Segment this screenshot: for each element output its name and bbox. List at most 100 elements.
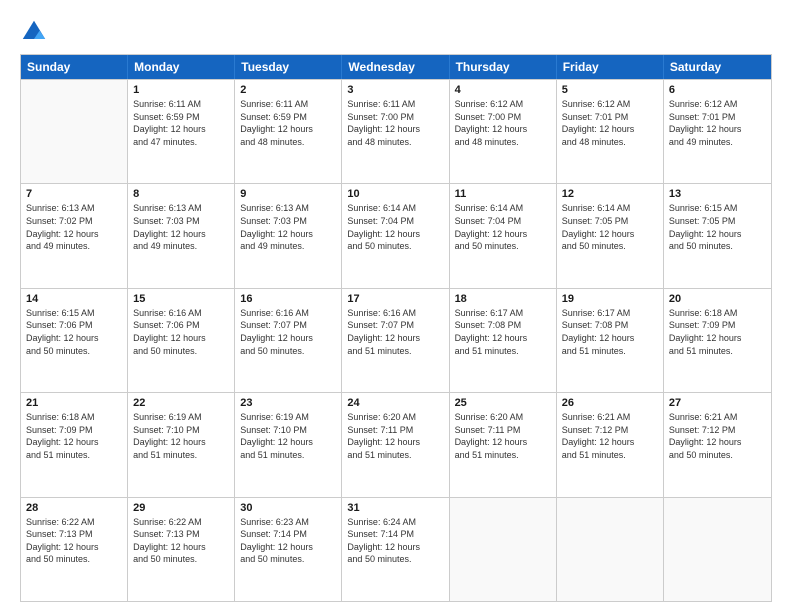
cell-info-line: and 50 minutes. <box>26 345 122 358</box>
cell-info-line: Sunset: 7:05 PM <box>562 215 658 228</box>
cell-info-line: Sunset: 7:00 PM <box>455 111 551 124</box>
day-cell-21: 21Sunrise: 6:18 AMSunset: 7:09 PMDayligh… <box>21 393 128 496</box>
cell-info-line: Sunrise: 6:22 AM <box>133 516 229 529</box>
cell-info-line: and 50 minutes. <box>26 553 122 566</box>
cell-info-line: and 50 minutes. <box>669 449 766 462</box>
day-cell-25: 25Sunrise: 6:20 AMSunset: 7:11 PMDayligh… <box>450 393 557 496</box>
cell-info-line: Sunrise: 6:15 AM <box>669 202 766 215</box>
week-row-3: 14Sunrise: 6:15 AMSunset: 7:06 PMDayligh… <box>21 288 771 392</box>
cell-info-line: Sunrise: 6:14 AM <box>562 202 658 215</box>
cell-info-line: Daylight: 12 hours <box>26 228 122 241</box>
day-cell-15: 15Sunrise: 6:16 AMSunset: 7:06 PMDayligh… <box>128 289 235 392</box>
day-number: 28 <box>26 502 122 514</box>
cell-info-line: Sunrise: 6:12 AM <box>562 98 658 111</box>
day-number: 14 <box>26 293 122 305</box>
day-cell-31: 31Sunrise: 6:24 AMSunset: 7:14 PMDayligh… <box>342 498 449 601</box>
cell-info-line: and 49 minutes. <box>26 240 122 253</box>
day-cell-1: 1Sunrise: 6:11 AMSunset: 6:59 PMDaylight… <box>128 80 235 183</box>
cell-info-line: Sunrise: 6:12 AM <box>669 98 766 111</box>
empty-cell <box>557 498 664 601</box>
cell-info-line: Sunset: 7:11 PM <box>455 424 551 437</box>
cell-info-line: Daylight: 12 hours <box>347 123 443 136</box>
cell-info-line: Sunset: 6:59 PM <box>240 111 336 124</box>
day-number: 31 <box>347 502 443 514</box>
cell-info-line: Sunrise: 6:17 AM <box>455 307 551 320</box>
calendar: SundayMondayTuesdayWednesdayThursdayFrid… <box>20 54 772 602</box>
cell-info-line: Daylight: 12 hours <box>133 228 229 241</box>
cell-info-line: Sunset: 7:13 PM <box>133 528 229 541</box>
logo <box>20 18 52 46</box>
cell-info-line: Sunset: 7:01 PM <box>562 111 658 124</box>
header-day-wednesday: Wednesday <box>342 55 449 79</box>
cell-info-line: Sunset: 7:09 PM <box>26 424 122 437</box>
cell-info-line: Sunrise: 6:24 AM <box>347 516 443 529</box>
week-row-4: 21Sunrise: 6:18 AMSunset: 7:09 PMDayligh… <box>21 392 771 496</box>
cell-info-line: Daylight: 12 hours <box>26 541 122 554</box>
day-cell-4: 4Sunrise: 6:12 AMSunset: 7:00 PMDaylight… <box>450 80 557 183</box>
day-number: 10 <box>347 188 443 200</box>
cell-info-line: Sunrise: 6:23 AM <box>240 516 336 529</box>
day-number: 19 <box>562 293 658 305</box>
cell-info-line: Daylight: 12 hours <box>669 332 766 345</box>
day-number: 18 <box>455 293 551 305</box>
cell-info-line: Sunrise: 6:13 AM <box>133 202 229 215</box>
cell-info-line: Sunrise: 6:18 AM <box>669 307 766 320</box>
cell-info-line: Daylight: 12 hours <box>240 123 336 136</box>
cell-info-line: and 51 minutes. <box>347 345 443 358</box>
header-day-tuesday: Tuesday <box>235 55 342 79</box>
cell-info-line: Sunset: 7:08 PM <box>562 319 658 332</box>
cell-info-line: Daylight: 12 hours <box>562 123 658 136</box>
day-number: 22 <box>133 397 229 409</box>
day-number: 20 <box>669 293 766 305</box>
day-cell-8: 8Sunrise: 6:13 AMSunset: 7:03 PMDaylight… <box>128 184 235 287</box>
day-cell-16: 16Sunrise: 6:16 AMSunset: 7:07 PMDayligh… <box>235 289 342 392</box>
cell-info-line: Daylight: 12 hours <box>347 541 443 554</box>
cell-info-line: Daylight: 12 hours <box>26 332 122 345</box>
cell-info-line: Sunrise: 6:16 AM <box>133 307 229 320</box>
cell-info-line: and 50 minutes. <box>240 345 336 358</box>
day-number: 1 <box>133 84 229 96</box>
cell-info-line: Sunset: 7:11 PM <box>347 424 443 437</box>
cell-info-line: Daylight: 12 hours <box>562 228 658 241</box>
cell-info-line: and 50 minutes. <box>562 240 658 253</box>
day-number: 2 <box>240 84 336 96</box>
day-number: 30 <box>240 502 336 514</box>
day-cell-28: 28Sunrise: 6:22 AMSunset: 7:13 PMDayligh… <box>21 498 128 601</box>
cell-info-line: Daylight: 12 hours <box>455 332 551 345</box>
cell-info-line: Daylight: 12 hours <box>26 436 122 449</box>
day-number: 25 <box>455 397 551 409</box>
day-number: 7 <box>26 188 122 200</box>
cell-info-line: Sunset: 7:07 PM <box>240 319 336 332</box>
cell-info-line: and 50 minutes. <box>133 553 229 566</box>
cell-info-line: Daylight: 12 hours <box>669 436 766 449</box>
cell-info-line: Sunrise: 6:21 AM <box>562 411 658 424</box>
cell-info-line: Sunrise: 6:11 AM <box>240 98 336 111</box>
header-day-friday: Friday <box>557 55 664 79</box>
day-number: 26 <box>562 397 658 409</box>
cell-info-line: Sunset: 7:03 PM <box>240 215 336 228</box>
cell-info-line: and 50 minutes. <box>669 240 766 253</box>
day-number: 6 <box>669 84 766 96</box>
day-cell-27: 27Sunrise: 6:21 AMSunset: 7:12 PMDayligh… <box>664 393 771 496</box>
day-cell-26: 26Sunrise: 6:21 AMSunset: 7:12 PMDayligh… <box>557 393 664 496</box>
cell-info-line: and 49 minutes. <box>240 240 336 253</box>
cell-info-line: and 51 minutes. <box>455 449 551 462</box>
day-cell-5: 5Sunrise: 6:12 AMSunset: 7:01 PMDaylight… <box>557 80 664 183</box>
cell-info-line: Sunset: 7:01 PM <box>669 111 766 124</box>
cell-info-line: Sunset: 7:02 PM <box>26 215 122 228</box>
cell-info-line: Sunset: 7:07 PM <box>347 319 443 332</box>
cell-info-line: and 51 minutes. <box>133 449 229 462</box>
cell-info-line: Daylight: 12 hours <box>133 123 229 136</box>
header <box>20 18 772 46</box>
cell-info-line: Sunset: 7:13 PM <box>26 528 122 541</box>
day-number: 23 <box>240 397 336 409</box>
calendar-header: SundayMondayTuesdayWednesdayThursdayFrid… <box>21 55 771 79</box>
cell-info-line: and 48 minutes. <box>562 136 658 149</box>
day-cell-18: 18Sunrise: 6:17 AMSunset: 7:08 PMDayligh… <box>450 289 557 392</box>
day-cell-19: 19Sunrise: 6:17 AMSunset: 7:08 PMDayligh… <box>557 289 664 392</box>
day-cell-20: 20Sunrise: 6:18 AMSunset: 7:09 PMDayligh… <box>664 289 771 392</box>
cell-info-line: and 51 minutes. <box>455 345 551 358</box>
cell-info-line: Daylight: 12 hours <box>240 332 336 345</box>
cell-info-line: and 48 minutes. <box>455 136 551 149</box>
cell-info-line: Daylight: 12 hours <box>455 436 551 449</box>
